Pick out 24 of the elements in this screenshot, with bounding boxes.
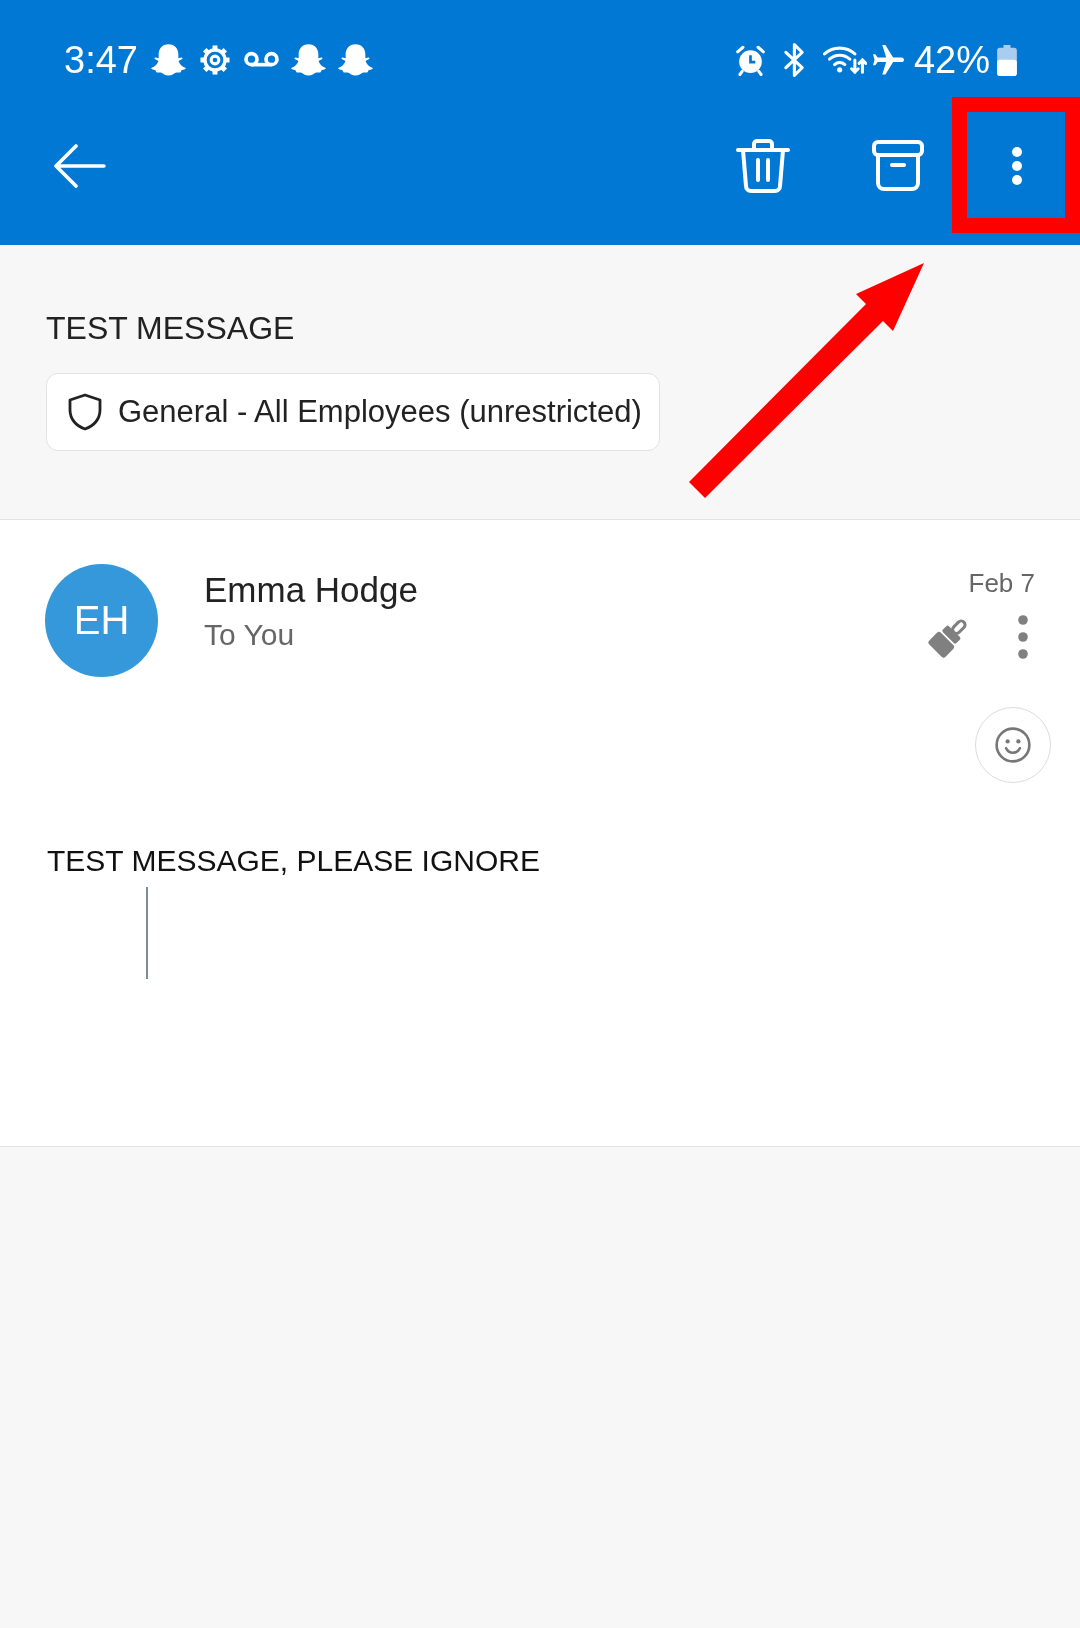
voicemail-icon [243, 51, 279, 69]
smiley-icon [995, 727, 1031, 763]
message-date: Feb 7 [968, 568, 1035, 598]
recipients: To You [204, 617, 296, 653]
gear-icon [197, 43, 232, 77]
archive-box-icon [872, 140, 924, 192]
more-icon [1011, 146, 1023, 186]
airplane-icon [872, 44, 904, 76]
ghost-icon [150, 44, 186, 76]
shield-icon [67, 393, 103, 431]
back-arrow-icon [54, 144, 106, 188]
ghost-icon [337, 44, 373, 76]
trash-icon [735, 138, 791, 194]
alarm-icon [734, 44, 766, 76]
message-subject: TEST MESSAGE [46, 309, 296, 348]
avatar: EH [45, 564, 158, 677]
sender-name: Emma Hodge [204, 569, 418, 611]
ghost-icon [290, 44, 326, 76]
battery-percentage: 42% [913, 38, 990, 82]
status-time: 3:47 [64, 38, 138, 82]
battery-icon [997, 44, 1017, 76]
message-body: TEST MESSAGE, PLEASE IGNORE [47, 843, 541, 879]
sensitivity-label-chip[interactable]: General - All Employees (unrestricted) [46, 373, 660, 451]
more-vertical-icon [1018, 615, 1028, 659]
